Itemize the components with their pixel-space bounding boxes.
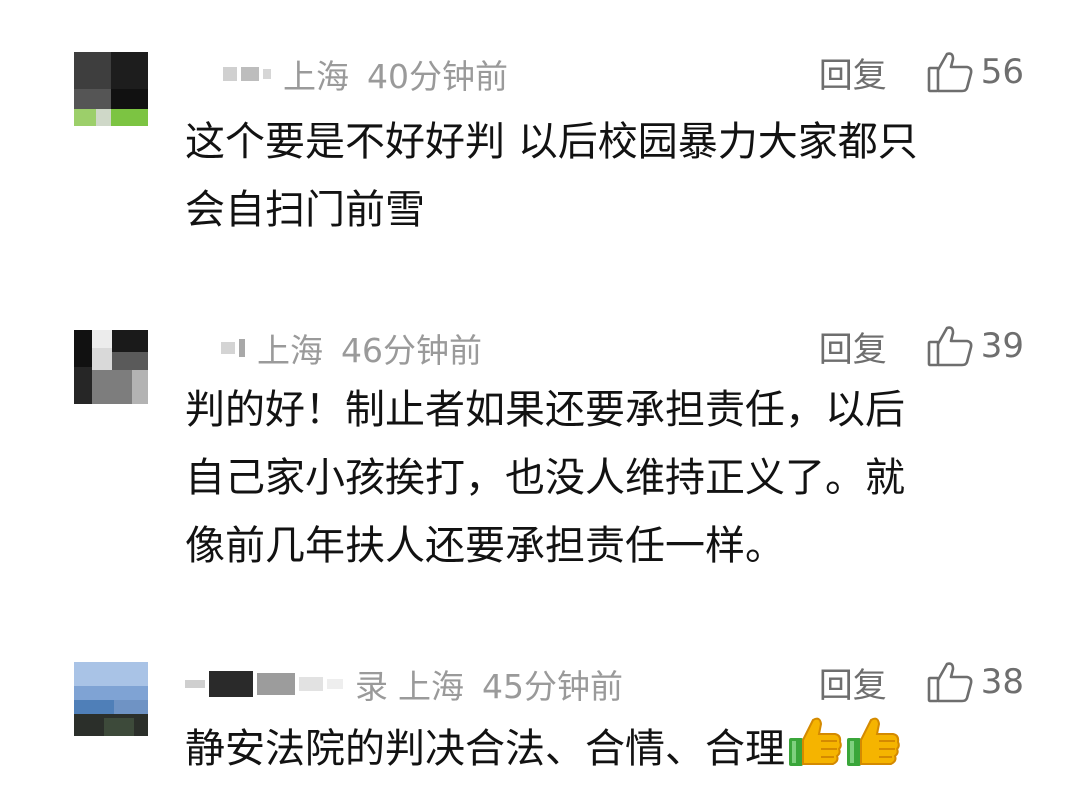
timestamp: 45分钟前 [482, 667, 623, 706]
reply-button[interactable]: 回复 [819, 322, 887, 371]
thumbs-up-emoji [789, 717, 842, 766]
comment-text-line: 这个要是不好好判 以后校园暴力大家都只 [185, 119, 918, 165]
avatar[interactable] [74, 52, 148, 126]
username-tail: 录 [355, 667, 388, 706]
location-label: 上海 [257, 331, 323, 370]
comment-text-line: 像前几年扶人还要承担责任一样。 [185, 523, 785, 569]
comment-text-line: 自己家小孩挨打，也没人维持正义了。就 [185, 455, 905, 501]
comment-text-line: 静安法院的判决合法、合情、合理 [185, 714, 1025, 783]
comment-text: 静安法院的判决合法、合情、合理 [185, 714, 1025, 783]
comment-meta: 录 上海 45分钟前 [185, 664, 623, 706]
like-button[interactable]: 39 [927, 324, 1024, 368]
comment-meta: 上海 40分钟前 [185, 54, 508, 96]
reply-button[interactable]: 回复 [819, 658, 887, 707]
comment-text: 这个要是不好好判 以后校园暴力大家都只 会自扫门前雪 [185, 108, 1025, 244]
location-label: 上海 [283, 57, 349, 96]
thumbs-up-outline-icon [927, 326, 973, 367]
comment-meta: 上海 46分钟前 [185, 328, 482, 370]
username-blurred[interactable] [185, 671, 343, 697]
username-blurred[interactable] [185, 67, 271, 81]
like-button[interactable]: 56 [927, 50, 1024, 94]
like-button[interactable]: 38 [927, 660, 1024, 704]
like-count: 38 [980, 662, 1024, 702]
comment-text: 判的好！制止者如果还要承担责任，以后 自己家小孩挨打，也没人维持正义了。就 像前… [185, 376, 1025, 580]
username-blurred[interactable] [185, 339, 245, 357]
comment-text-line: 判的好！制止者如果还要承担责任，以后 [185, 387, 905, 433]
thumbs-up-outline-icon [927, 662, 973, 703]
like-count: 56 [980, 52, 1024, 92]
thumbs-up-outline-icon [927, 52, 973, 93]
comment-actions: 回复 56 [819, 50, 1024, 96]
comment-text-line: 会自扫门前雪 [185, 187, 425, 233]
comment-actions: 回复 39 [819, 324, 1024, 370]
location-label: 上海 [398, 667, 464, 706]
comment-actions: 回复 38 [819, 660, 1024, 706]
like-count: 39 [980, 326, 1024, 366]
timestamp: 40分钟前 [367, 57, 508, 96]
reply-button[interactable]: 回复 [819, 48, 887, 97]
avatar[interactable] [74, 330, 148, 404]
timestamp: 46分钟前 [341, 331, 482, 370]
avatar[interactable] [74, 662, 148, 736]
thumbs-up-emoji [847, 717, 900, 766]
comment-text-content: 静安法院的判决合法、合情、合理 [185, 726, 785, 772]
